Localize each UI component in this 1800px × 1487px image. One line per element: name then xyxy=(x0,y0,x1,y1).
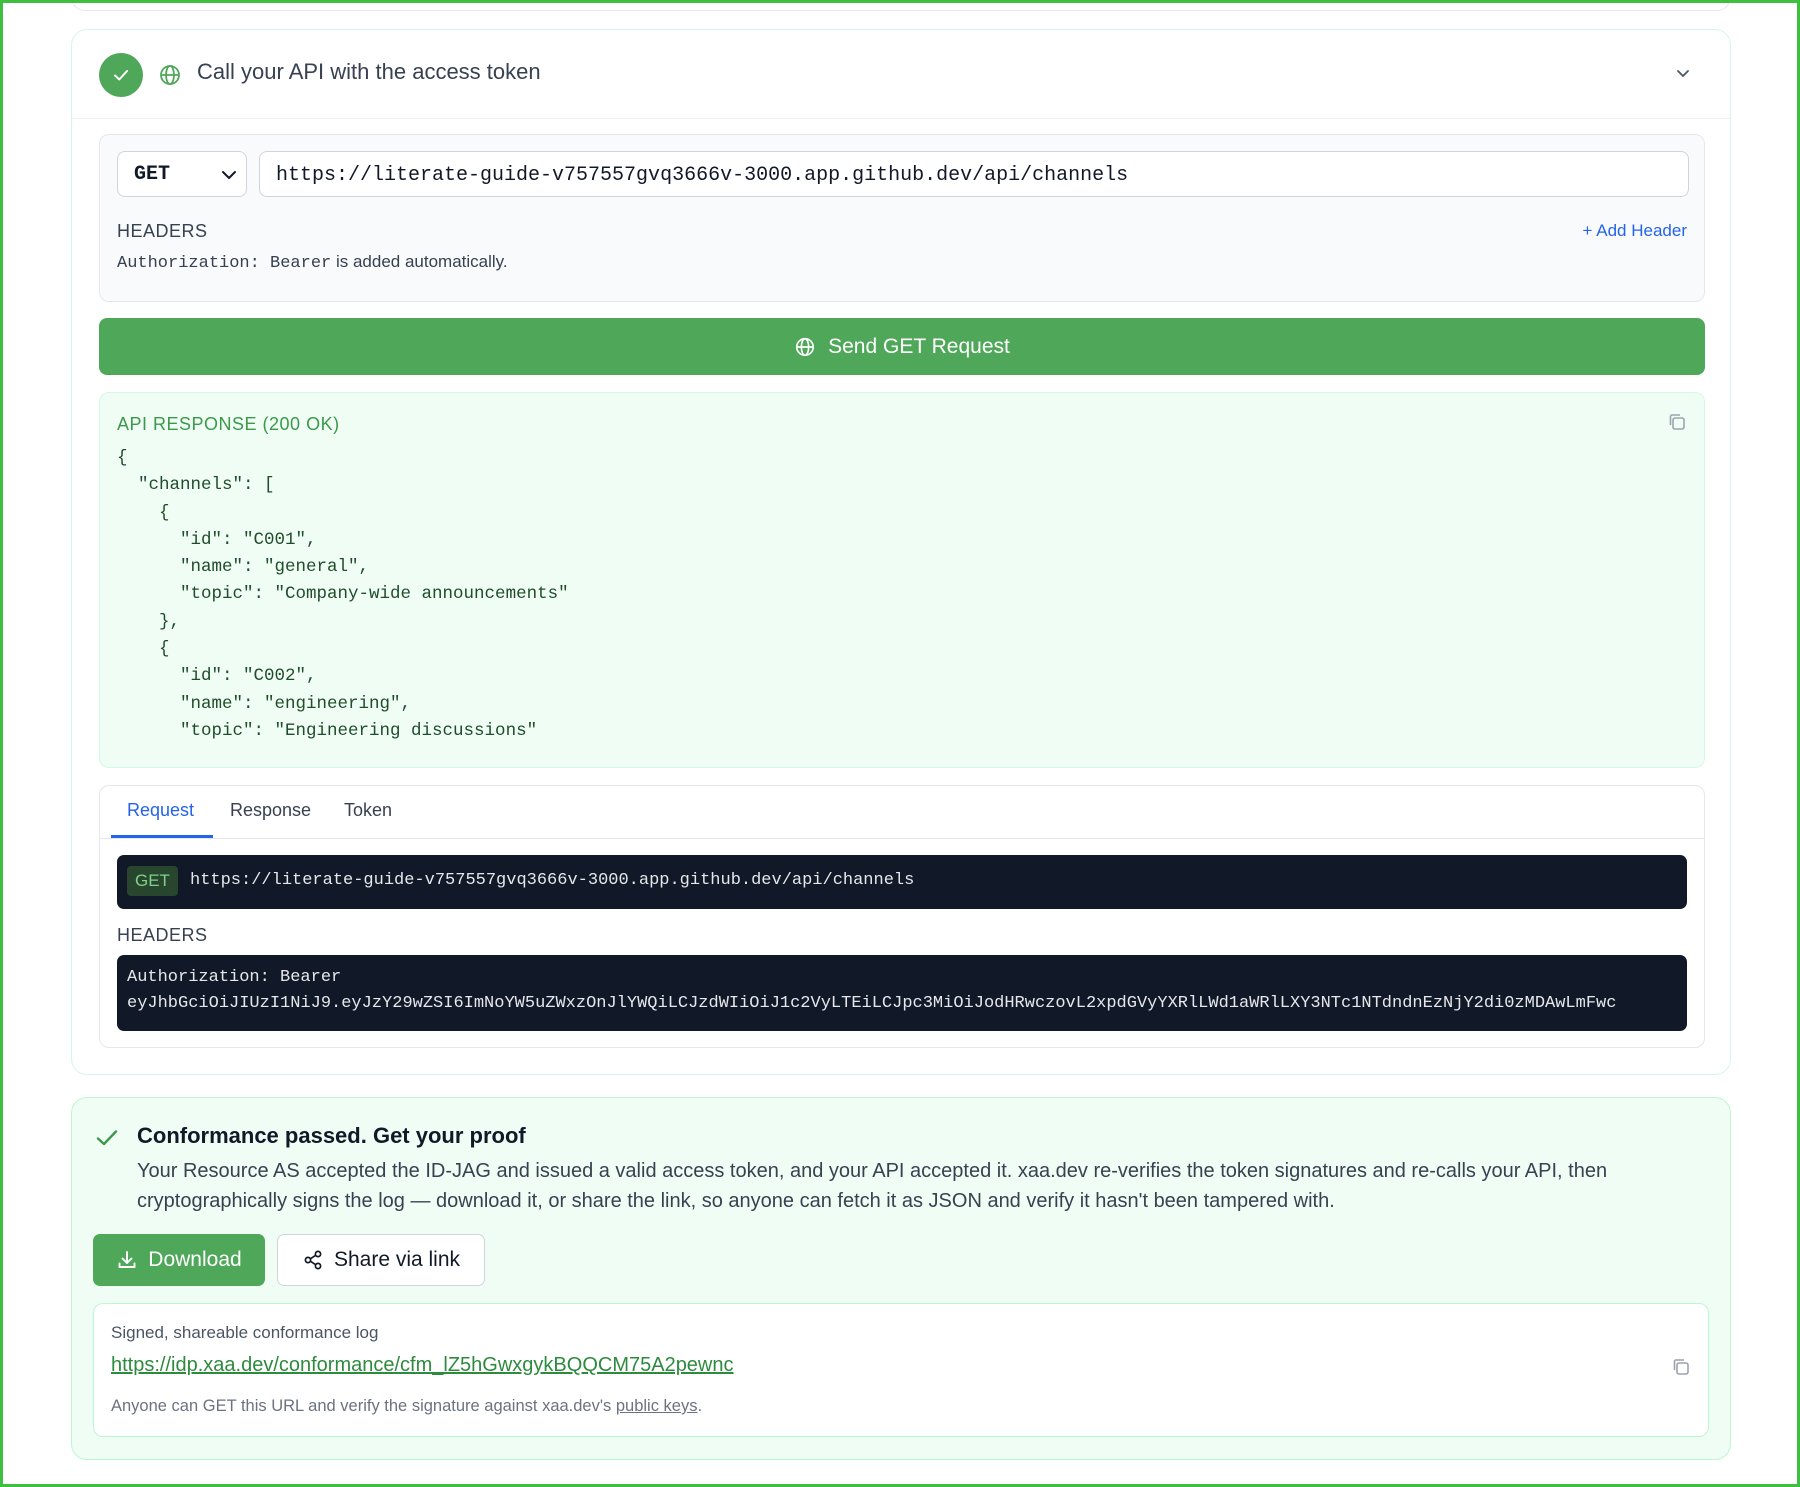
chevron-down-icon[interactable] xyxy=(1674,64,1692,82)
request-line: GET https://literate-guide-v757557gvq366… xyxy=(117,855,1687,909)
method-value: GET xyxy=(134,163,171,186)
chevron-down-icon xyxy=(222,171,236,179)
share-link-button[interactable]: Share via link xyxy=(277,1234,485,1286)
add-header-button[interactable]: + Add Header xyxy=(1583,221,1687,241)
auth-code: Authorization: Bearer xyxy=(117,254,332,273)
conformance-log-link[interactable]: https://idp.xaa.dev/conformance/cfm_lZ5h… xyxy=(111,1354,734,1377)
auth-header-line: Authorization: Bearer xyxy=(127,968,342,987)
conformance-title: Conformance passed. Get your proof xyxy=(137,1123,526,1148)
copy-icon[interactable] xyxy=(1667,412,1687,432)
step-card-call-api: Call your API with the access token GET … xyxy=(71,29,1731,1075)
headers-label: HEADERS xyxy=(117,925,208,945)
conformance-description: Your Resource AS accepted the ID-JAG and… xyxy=(137,1160,1608,1212)
response-body: { "channels": [ { "id": "C001", "name": … xyxy=(117,448,569,741)
send-request-label: Send GET Request xyxy=(828,334,1010,358)
send-request-button[interactable]: Send GET Request xyxy=(99,318,1705,375)
download-icon xyxy=(118,1251,136,1268)
previous-step-card xyxy=(71,0,1731,11)
method-select[interactable]: GET xyxy=(117,151,247,197)
conformance-card: Conformance passed. Get your proof Your … xyxy=(71,1097,1731,1460)
tab-request[interactable]: Request xyxy=(127,800,194,821)
check-icon xyxy=(96,1130,118,1146)
globe-icon xyxy=(796,337,815,356)
tab-token[interactable]: Token xyxy=(344,800,392,821)
conformance-log-box: Signed, shareable conformance log https:… xyxy=(93,1303,1709,1437)
globe-icon xyxy=(160,65,180,85)
step-header[interactable]: Call your API with the access token xyxy=(72,30,1730,119)
request-builder: GET https://literate-guide-v757557gvq366… xyxy=(99,134,1705,302)
log-label: Signed, shareable conformance log xyxy=(111,1323,379,1342)
active-tab-indicator xyxy=(111,835,213,838)
url-input[interactable]: https://literate-guide-v757557gvq3666v-3… xyxy=(259,151,1689,197)
verify-note-suffix: . xyxy=(697,1397,703,1415)
method-badge: GET xyxy=(127,866,178,896)
step-title: Call your API with the access token xyxy=(197,59,541,84)
public-keys-link[interactable]: public keys xyxy=(616,1397,698,1415)
auth-note: Authorization: Bearer is added automatic… xyxy=(117,252,508,273)
verify-note-prefix: Anyone can GET this URL and verify the s… xyxy=(111,1397,616,1415)
request-url: https://literate-guide-v757557gvq3666v-3… xyxy=(190,871,915,890)
auth-token-line: eyJhbGciOiJIUzI1NiJ9.eyJzY29wZSI6ImNoYW5… xyxy=(127,994,1617,1013)
tab-response[interactable]: Response xyxy=(230,800,311,821)
download-button[interactable]: Download xyxy=(93,1234,265,1286)
verify-note: Anyone can GET this URL and verify the s… xyxy=(111,1397,702,1416)
tab-bar: Request Response Token xyxy=(100,786,1704,839)
auth-note-suffix: is added automatically. xyxy=(331,252,508,271)
response-status-label: API RESPONSE (200 OK) xyxy=(117,414,340,434)
headers-code-block: Authorization: Bearer eyJhbGciOiJIUzI1Ni… xyxy=(117,955,1687,1031)
inspector-tabs: Request Response Token GET https://liter… xyxy=(99,785,1705,1048)
headers-label: HEADERS xyxy=(117,221,208,241)
copy-icon[interactable] xyxy=(1671,1357,1691,1377)
share-icon xyxy=(304,1250,322,1270)
download-label: Download xyxy=(148,1248,242,1271)
api-response-panel: API RESPONSE (200 OK) { "channels": [ { … xyxy=(99,392,1705,768)
share-label: Share via link xyxy=(333,1248,461,1271)
check-circle-icon xyxy=(99,53,143,97)
